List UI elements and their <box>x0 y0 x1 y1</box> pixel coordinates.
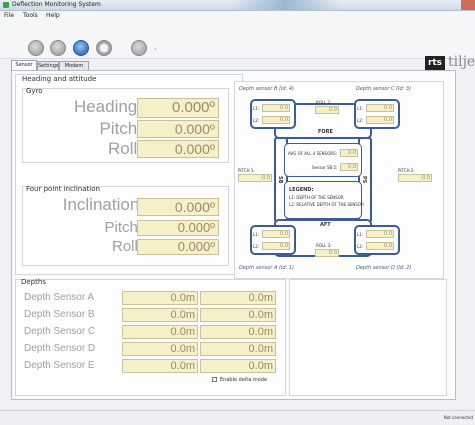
sensor-c-caption: Depth sensor C (Id: 3) <box>356 86 412 92</box>
heading-value: 0.000º <box>137 98 219 118</box>
toolbar-button-active[interactable] <box>73 40 89 56</box>
logo-text: tilje <box>448 54 475 70</box>
pitch2-value: 0.0 <box>398 174 432 182</box>
inclination-roll-label: Roll: <box>111 238 142 255</box>
ps-label: PS <box>361 176 367 184</box>
sensor-b-l1-label: L1: <box>253 106 260 111</box>
logo-mark: rts <box>425 56 445 71</box>
roll1-value: 0.0 <box>315 106 339 114</box>
depth-d-value-1: 0.0m <box>122 342 198 356</box>
delta-mode-label: Enable delta mode <box>220 377 268 383</box>
sensor-sb-label: Sensor SB 5: <box>312 165 338 170</box>
depth-e-value-2: 0.0m <box>200 359 276 373</box>
fore-label: FORE <box>318 129 333 135</box>
depth-e-label: Depth Sensor E <box>24 360 95 371</box>
toolbar-button-1[interactable] <box>28 40 44 56</box>
sensor-data-panel: Heading and attitude Gyro Heading: 0.000… <box>11 70 456 400</box>
pitch-label: Pitch: <box>99 119 142 138</box>
menu-tools[interactable]: Tools <box>23 12 38 19</box>
pitch2-label: PITCH 2: <box>398 168 415 173</box>
sensor-c-l1-value: 0.0 <box>366 104 394 112</box>
heading-attitude-title: Heading and attitude <box>22 75 97 83</box>
legend-l1: L1: DEPTH OF THE SENSOR <box>289 195 344 200</box>
depth-a-label: Depth Sensor A <box>24 292 95 303</box>
window-title: Deflection Monitoring System <box>12 1 101 8</box>
depth-b-label: Depth Sensor B <box>24 309 95 320</box>
app-window: Deflection Monitoring System File Tools … <box>0 0 475 425</box>
gyro-title: Gyro <box>26 87 43 95</box>
sensor-a-l2-value: 0.0 <box>262 242 290 250</box>
tab-sensor-data[interactable]: Sensor data <box>11 60 37 77</box>
sensor-d-l1-value: 0.0 <box>366 230 394 238</box>
avg-label: AVG OF ALL 4 SENSORS: <box>288 151 338 156</box>
pitch1-label: PITCH 1: <box>238 168 255 173</box>
app-icon <box>3 2 9 8</box>
status-bar: Not connected <box>0 410 475 425</box>
pitch-value: 0.000º <box>137 120 219 138</box>
legend-title: LEGEND: <box>289 187 314 193</box>
delta-mode-checkbox[interactable] <box>212 377 217 382</box>
menu-file[interactable]: File <box>4 12 14 19</box>
avg-value: 0.0 <box>340 149 358 157</box>
inclination-pitch-label: Pitch: <box>104 219 142 236</box>
menu-help[interactable]: Help <box>46 12 60 19</box>
sensor-a-l1-label: L1: <box>253 232 260 237</box>
sensor-a-l1-value: 0.0 <box>262 230 290 238</box>
tab-modem-control[interactable]: Modem Control <box>59 61 89 78</box>
pitch1-value: 0.0 <box>238 174 272 182</box>
depths-title: Depths <box>21 278 46 286</box>
roll3-label: ROLL 3: <box>316 243 332 248</box>
sensor-d-caption: Depth sensor D (Id: 2) <box>356 265 412 271</box>
depth-e-value-1: 0.0m <box>122 359 198 373</box>
legend-l2: L2: RELATIVE DEPTH OF THE SENSOR <box>289 202 364 207</box>
sensor-b-l2-value: 0.0 <box>262 116 290 124</box>
depth-a-value-2: 0.0m <box>200 291 276 305</box>
depth-b-value-2: 0.0m <box>200 308 276 322</box>
sensor-b-caption: Depth sensor B (Id: 4) <box>239 86 295 92</box>
close-button[interactable] <box>461 0 475 10</box>
sensor-c-l2-label: L2: <box>357 118 364 123</box>
toolbar-button-2[interactable] <box>50 40 66 56</box>
toolbar-dropdown-icon[interactable]: · <box>154 45 157 54</box>
sb-label: SB <box>277 176 283 184</box>
depth-c-value-1: 0.0m <box>122 325 198 339</box>
sensor-d-l1-label: L1: <box>357 232 364 237</box>
sensor-d-l2-label: L2: <box>357 244 364 249</box>
depth-a-value-1: 0.0m <box>122 291 198 305</box>
toolbar-button-4[interactable] <box>96 40 112 56</box>
depth-b-value-1: 0.0m <box>122 308 198 322</box>
tab-settings[interactable]: Settings <box>37 61 59 70</box>
sensor-c-l1-label: L1: <box>357 106 364 111</box>
depth-d-value-2: 0.0m <box>200 342 276 356</box>
aft-label: AFT <box>320 222 331 228</box>
sensor-c-l2-value: 0.0 <box>366 116 394 124</box>
roll-label: Roll: <box>107 139 142 158</box>
depth-d-label: Depth Sensor D <box>24 343 96 354</box>
titlebar-decoration <box>230 0 340 10</box>
heading-label: Heading: <box>73 97 142 116</box>
sensor-b-l2-label: L2: <box>253 118 260 123</box>
inclination-roll-value: 0.000º <box>137 239 219 255</box>
four-point-title: Four point inclination <box>26 185 100 193</box>
sensor-d-l2-value: 0.0 <box>366 242 394 250</box>
title-bar: Deflection Monitoring System <box>0 0 475 11</box>
menu-bar: File Tools Help <box>0 11 475 21</box>
inclination-value: 0.000º <box>137 198 219 216</box>
depth-c-label: Depth Sensor C <box>24 326 96 337</box>
roll3-value: 0.0 <box>315 249 339 257</box>
sensor-a-l2-label: L2: <box>253 244 260 249</box>
inclination-pitch-value: 0.000º <box>137 220 219 236</box>
toolbar-button-5[interactable] <box>131 40 147 56</box>
sensor-b-l1-value: 0.0 <box>262 104 290 112</box>
depth-c-value-2: 0.0m <box>200 325 276 339</box>
connection-status: Not connected <box>443 415 473 420</box>
toolbar: · rts tilje <box>0 21 475 71</box>
empty-group <box>289 279 447 396</box>
roll-value: 0.000º <box>137 140 219 158</box>
inclination-label: Inclination: <box>62 195 144 214</box>
sensor-sb-value: 0.0 <box>340 163 358 171</box>
roll1-label: ROLL 1: <box>316 100 332 105</box>
sensor-a-caption: Depth sensor A (Id: 1) <box>239 265 294 271</box>
